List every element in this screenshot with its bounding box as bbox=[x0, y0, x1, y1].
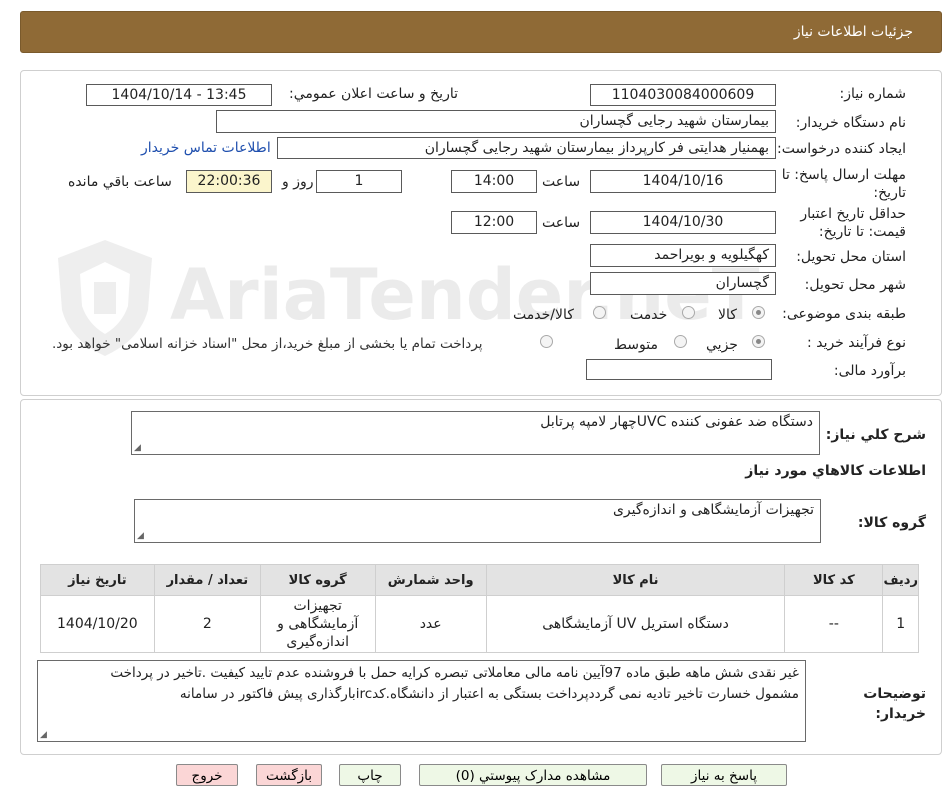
summary-text: دستگاه ضد عفونی کننده UVCچهار لامپه پرتا… bbox=[540, 414, 813, 430]
reply-button[interactable]: پاسخ به نیاز bbox=[661, 764, 787, 786]
buyer-notes-label: توضیحات خریدار: bbox=[863, 686, 926, 722]
province-label: استان محل تحویل: bbox=[796, 249, 906, 265]
need-number-field[interactable]: 1104030084000609 bbox=[590, 84, 776, 106]
city-label: شهر محل تحویل: bbox=[804, 277, 906, 293]
price-validity-time-field[interactable]: 12:00 bbox=[451, 211, 537, 234]
print-button[interactable]: چاپ bbox=[339, 764, 401, 786]
buyer-contact-link[interactable]: اطلاعات تماس خریدار bbox=[141, 140, 271, 156]
process-treasury-note: پرداخت تمام یا بخشی از مبلغ خرید،از محل … bbox=[52, 336, 483, 352]
announce-datetime-label: تاریخ و ساعت اعلان عمومي: bbox=[289, 86, 458, 102]
back-button[interactable]: بازگشت bbox=[256, 764, 322, 786]
cell-goods-group: تجهیزات آزمایشگاهی و اندازه‌گیری bbox=[259, 595, 376, 653]
category-radio-service[interactable] bbox=[682, 306, 695, 319]
col-need-date: تاریخ نیاز bbox=[40, 564, 155, 596]
category-label: طبقه بندی موضوعی: bbox=[782, 306, 906, 322]
deadline-date-field[interactable]: 1404/10/16 bbox=[590, 170, 776, 193]
deadline-label: مهلت ارسال پاسخ: تا تاریخ: bbox=[781, 167, 906, 201]
goods-group-textarea[interactable]: تجهیزات آزمایشگاهی و اندازه‌گیری ◢ bbox=[134, 499, 821, 543]
price-validity-label: حداقل تاریخ اعتبار قیمت: تا تاریخ: bbox=[800, 206, 906, 240]
col-goods-group: گروه کالا bbox=[259, 564, 376, 596]
need-number-label: شماره نیاز: bbox=[839, 86, 907, 102]
process-option-minor: جزیي bbox=[706, 337, 738, 353]
process-radio-medium[interactable] bbox=[674, 335, 687, 348]
category-option-service: خدمت bbox=[630, 307, 668, 323]
category-option-goods-service: کالا/خدمت bbox=[513, 307, 574, 323]
category-radio-goods-service[interactable] bbox=[593, 306, 606, 319]
requester-field[interactable]: بهمنیار هدایتی فر کارپرداز بیمارستان شهی… bbox=[277, 137, 776, 159]
cell-unit: عدد bbox=[374, 595, 487, 653]
deadline-time-field[interactable]: 14:00 bbox=[451, 170, 537, 193]
days-label: روز و bbox=[282, 174, 314, 190]
province-field[interactable]: کهگیلویه و بویراحمد bbox=[590, 244, 776, 267]
col-row-number: ردیف bbox=[882, 564, 919, 596]
goods-table: تاریخ نیاز تعداد / مقدار گروه کالا واحد … bbox=[40, 564, 919, 653]
buyer-notes-textarea[interactable]: غیر نقدی شش ماهه طبق ماده 97آیین نامه ما… bbox=[37, 660, 806, 742]
summary-label: شرح کلي نیاز: bbox=[825, 427, 926, 443]
remaining-time-field[interactable]: 22:00:36 bbox=[186, 170, 272, 193]
city-field[interactable]: گچساران bbox=[590, 272, 776, 295]
resize-grip-icon[interactable]: ◢ bbox=[40, 731, 47, 740]
table-row: 1404/10/20 2 تجهیزات آزمایشگاهی و اندازه… bbox=[40, 595, 919, 653]
price-validity-time-word: ساعت bbox=[542, 215, 581, 231]
budget-field[interactable] bbox=[586, 359, 772, 380]
announce-datetime-field[interactable]: 1404/10/14 - 13:45 bbox=[86, 84, 272, 106]
budget-label: برآورد مالی: bbox=[833, 363, 906, 379]
deadline-time-word: ساعت bbox=[542, 174, 581, 190]
col-goods-code: کد کالا bbox=[784, 564, 884, 596]
process-type-label: نوع فرآیند خرید : bbox=[807, 335, 906, 351]
col-unit: واحد شمارش bbox=[374, 564, 487, 596]
process-treasury-checkbox[interactable] bbox=[540, 335, 553, 348]
page-header: جزئیات اطلاعات نیاز bbox=[20, 11, 942, 53]
requester-label: ایجاد کننده درخواست: bbox=[777, 141, 906, 157]
cell-goods-name: دستگاه استریل UV آزمایشگاهی bbox=[485, 595, 786, 653]
remaining-time-label: ساعت باقي مانده bbox=[68, 174, 172, 190]
goods-group-label: گروه کالا: bbox=[857, 515, 926, 531]
resize-grip-icon[interactable]: ◢ bbox=[137, 532, 144, 541]
price-validity-date-field[interactable]: 1404/10/30 bbox=[590, 211, 776, 234]
goods-table-header: تاریخ نیاز تعداد / مقدار گروه کالا واحد … bbox=[40, 564, 919, 596]
summary-textarea[interactable]: دستگاه ضد عفونی کننده UVCچهار لامپه پرتا… bbox=[131, 411, 820, 455]
buyer-notes-line-2: مشمول خسارت تاخیر تادیه نمی گرددپرداخت ب… bbox=[179, 686, 799, 702]
col-quantity: تعداد / مقدار bbox=[153, 564, 261, 596]
buyer-org-label: نام دستگاه خریدار: bbox=[795, 115, 906, 131]
cell-quantity: 2 bbox=[153, 595, 261, 653]
resize-grip-icon[interactable]: ◢ bbox=[134, 444, 141, 453]
cell-need-date: 1404/10/20 bbox=[40, 595, 155, 653]
category-radio-goods[interactable] bbox=[752, 306, 765, 319]
goods-section-title: اطلاعات کالاهاي مورد نیاز bbox=[745, 463, 926, 479]
page-title: جزئیات اطلاعات نیاز bbox=[793, 24, 913, 40]
days-remaining-field[interactable]: 1 bbox=[316, 170, 402, 193]
goods-group-text: تجهیزات آزمایشگاهی و اندازه‌گیری bbox=[612, 502, 814, 518]
buyer-org-field[interactable]: بیمارستان شهید رجایی گچساران bbox=[216, 110, 776, 133]
process-radio-minor[interactable] bbox=[752, 335, 765, 348]
col-goods-name: نام کالا bbox=[485, 564, 786, 596]
cell-goods-code: -- bbox=[784, 595, 884, 653]
process-option-medium: متوسط bbox=[614, 337, 658, 353]
buyer-notes-line-1: غیر نقدی شش ماهه طبق ماده 97آیین نامه ما… bbox=[110, 665, 799, 681]
category-option-goods: کالا bbox=[718, 307, 737, 323]
exit-button[interactable]: خروج bbox=[176, 764, 238, 786]
view-attachments-button[interactable]: مشاهده مدارک پیوستي (0) bbox=[419, 764, 647, 786]
cell-row-number: 1 bbox=[882, 595, 919, 653]
